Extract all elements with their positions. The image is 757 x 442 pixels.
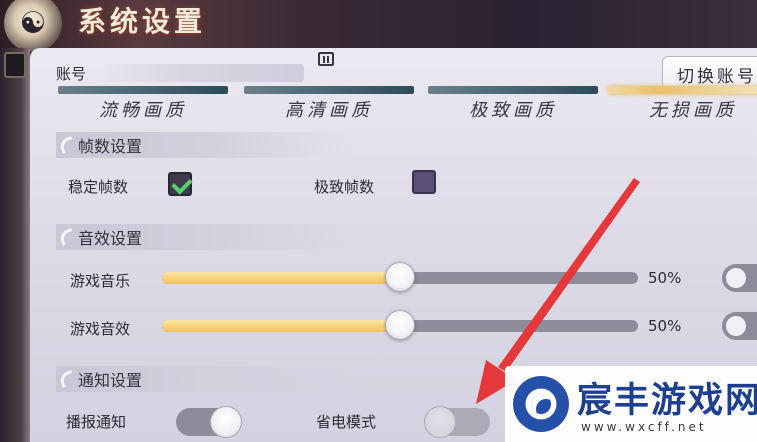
page-title: 系统设置	[78, 5, 207, 38]
section-title: 帧数设置	[78, 137, 143, 156]
account-id-redacted	[104, 64, 304, 82]
taiji-emblem-icon: ☯	[4, 0, 62, 52]
sfx-mute-toggle[interactable]	[722, 312, 757, 340]
quality-bar	[58, 86, 228, 94]
title-bar: ☯ 系统设置	[0, 0, 757, 52]
site-logo-icon	[513, 376, 569, 432]
toggle-handle	[210, 406, 242, 438]
music-percent: 50%	[648, 269, 682, 287]
broadcast-toggle[interactable]	[176, 406, 242, 438]
leaf-icon	[58, 136, 76, 154]
music-label: 游戏音乐	[70, 272, 131, 290]
game-settings-screen: ☯ 系统设置 账号 切换账号 流畅画质 高清画质 极致画质 无损画质 帧数设置 …	[0, 0, 757, 442]
section-frames: 帧数设置	[56, 132, 356, 158]
slider-handle[interactable]	[385, 262, 415, 292]
account-label: 账号	[56, 64, 87, 83]
leaf-icon	[58, 228, 76, 246]
slider-fill	[162, 272, 400, 284]
broadcast-label: 播报通知	[66, 413, 127, 431]
quality-label: 极致画质	[469, 100, 557, 121]
sfx-label: 游戏音效	[70, 320, 131, 338]
quality-label: 流畅画质	[99, 100, 187, 121]
stable-frames-label: 稳定帧数	[68, 178, 129, 196]
emblem-glyph: ☯	[19, 5, 47, 41]
stable-frames-checkbox[interactable]	[168, 172, 192, 196]
left-side-strip	[0, 48, 30, 442]
quality-label: 无损画质	[649, 100, 737, 121]
account-row: 账号	[56, 62, 86, 84]
leaf-icon	[58, 370, 76, 388]
quality-bar	[244, 86, 414, 94]
section-title: 通知设置	[78, 371, 143, 390]
music-mute-toggle[interactable]	[722, 264, 757, 292]
extreme-frames-label: 极致帧数	[314, 178, 375, 196]
quality-selector: 流畅画质 高清画质 极致画质 无损画质	[30, 86, 757, 126]
power-save-toggle[interactable]	[424, 406, 490, 438]
slider-fill	[162, 320, 400, 332]
quality-label: 高清画质	[285, 100, 373, 121]
toggle-handle	[424, 406, 456, 438]
quality-bar	[428, 86, 598, 94]
copy-id-icon[interactable]	[318, 52, 334, 66]
extreme-frames-checkbox[interactable]	[412, 170, 436, 194]
slider-handle[interactable]	[385, 310, 415, 340]
site-name: 宸丰游戏网	[577, 381, 757, 421]
power-save-label: 省电模式	[316, 413, 377, 431]
section-audio: 音效设置	[56, 224, 356, 250]
site-url: www.wxcff.net	[581, 420, 707, 434]
site-watermark: 宸丰游戏网 www.wxcff.net	[505, 366, 757, 442]
section-notify: 通知设置	[56, 366, 356, 392]
section-title: 音效设置	[78, 229, 143, 248]
sfx-volume-slider[interactable]	[162, 310, 638, 340]
sfx-percent: 50%	[648, 317, 682, 335]
quality-bar-selected	[608, 86, 757, 94]
music-volume-slider[interactable]	[162, 262, 638, 292]
side-frame-icon[interactable]	[4, 52, 26, 78]
